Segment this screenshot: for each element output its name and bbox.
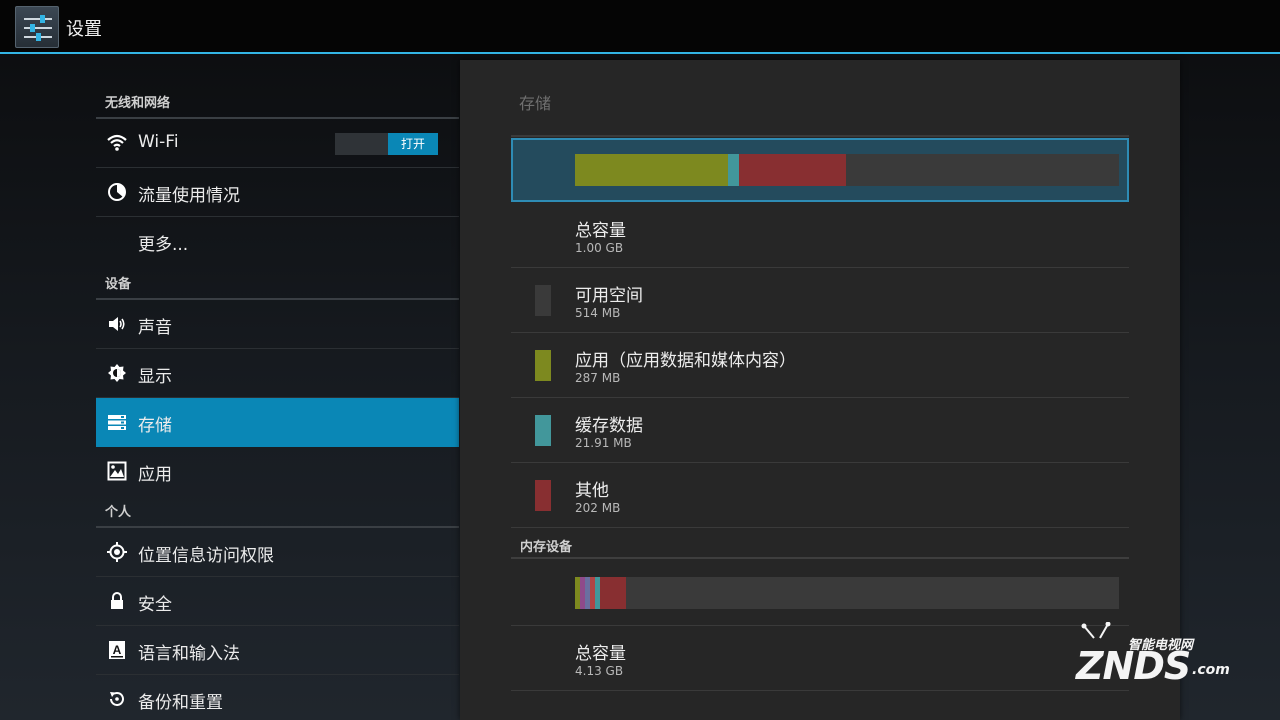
color-swatch [535,350,551,381]
storage-icon [108,415,126,430]
watermark-suffix: .com [1192,662,1230,678]
storage-row-cache[interactable]: 缓存数据 21.91 MB [511,398,1129,463]
backup-icon [110,692,124,706]
header-item-label: 备份和重置 [138,693,223,713]
settings-headers-list: 无线和网络 Wi-Fi 打开 流量使用情况 更多... 设备 声音 显示 存储 … [96,85,459,720]
settings-app-icon[interactable] [15,6,59,48]
row-title: 其他 [575,481,609,501]
header-item-apps[interactable]: 应用 [96,447,459,496]
header-item-more[interactable]: 更多... [96,217,459,266]
internal-row-total[interactable]: 总容量 4.13 GB [511,626,1129,691]
header-item-language[interactable]: A 语言和输入法 [96,626,459,675]
color-swatch [535,285,551,316]
header-item-wifi[interactable]: Wi-Fi 打开 [96,119,459,168]
row-title: 总容量 [575,644,626,664]
category-header: 设备 [96,266,459,300]
internal-storage-header: 内存设备 [511,533,1129,559]
app-title: 设置 [66,19,102,40]
color-swatch [535,480,551,511]
storage-row-total[interactable]: 总容量 1.00 GB [511,203,1129,268]
header-item-display[interactable]: 显示 [96,349,459,398]
row-title: 总容量 [575,221,626,241]
category-header: 个人 [96,496,459,528]
header-item-sound[interactable]: 声音 [96,300,459,349]
data-usage-icon [108,183,126,201]
usage-segment [575,154,728,186]
storage-panel: 存储 总容量 1.00 GB 可用空间 514 MB 应用（应用数据和媒体内容）… [460,60,1180,720]
action-bar: 设置 [0,0,1280,54]
znds-watermark-logo: 智能电视网 ZNDS .com [1068,622,1238,688]
header-item-label: 应用 [138,465,172,485]
header-item-data-usage[interactable]: 流量使用情况 [96,168,459,217]
usage-bar-row[interactable] [511,138,1129,202]
header-item-label: 更多... [138,235,189,255]
divider [511,135,1129,137]
header-item-label: 显示 [138,367,172,387]
row-value: 202 MB [575,501,621,515]
brightness-icon [108,364,126,382]
usage-segment [739,154,847,186]
wifi-icon [107,134,127,151]
row-title: 缓存数据 [575,416,643,436]
location-icon [107,542,127,562]
color-swatch [535,415,551,446]
header-item-label: 存储 [138,416,172,436]
row-title: 可用空间 [575,286,643,306]
usage-segment [600,577,626,609]
header-item-label: Wi-Fi [138,132,179,152]
header-item-label: 语言和输入法 [138,644,240,664]
internal-usage-bar [575,577,1119,609]
header-item-label: 声音 [138,318,172,338]
header-item-storage[interactable]: 存储 [96,398,459,447]
row-value: 4.13 GB [575,664,624,678]
header-item-location[interactable]: 位置信息访问权限 [96,528,459,577]
category-header: 无线和网络 [96,85,459,119]
header-item-label: 位置信息访问权限 [138,546,274,566]
usage-segment [727,154,740,186]
row-value: 514 MB [575,306,621,320]
row-value: 21.91 MB [575,436,632,450]
storage-row-other[interactable]: 其他 202 MB [511,463,1129,528]
row-value: 287 MB [575,371,621,385]
storage-row-available[interactable]: 可用空间 514 MB [511,268,1129,333]
lock-icon [111,592,123,609]
panel-title: 存储 [519,94,552,113]
header-item-label: 安全 [138,595,172,615]
header-item-backup[interactable]: 备份和重置 [96,675,459,720]
header-item-label: 流量使用情况 [138,186,240,206]
storage-usage-bar [575,154,1119,186]
wifi-toggle-on-label: 打开 [388,133,438,155]
storage-row-apps[interactable]: 应用（应用数据和媒体内容） 287 MB [511,333,1129,398]
svg-text:A: A [113,643,122,657]
apps-icon [107,461,127,481]
volume-icon [109,317,125,331]
row-title: 应用（应用数据和媒体内容） [575,351,796,371]
row-value: 1.00 GB [575,241,624,255]
internal-usage-bar-row[interactable] [511,561,1129,626]
wifi-toggle[interactable]: 打开 [335,133,438,155]
header-item-security[interactable]: 安全 [96,577,459,626]
watermark-brand: ZNDS [1076,644,1191,688]
language-icon: A [109,641,125,659]
